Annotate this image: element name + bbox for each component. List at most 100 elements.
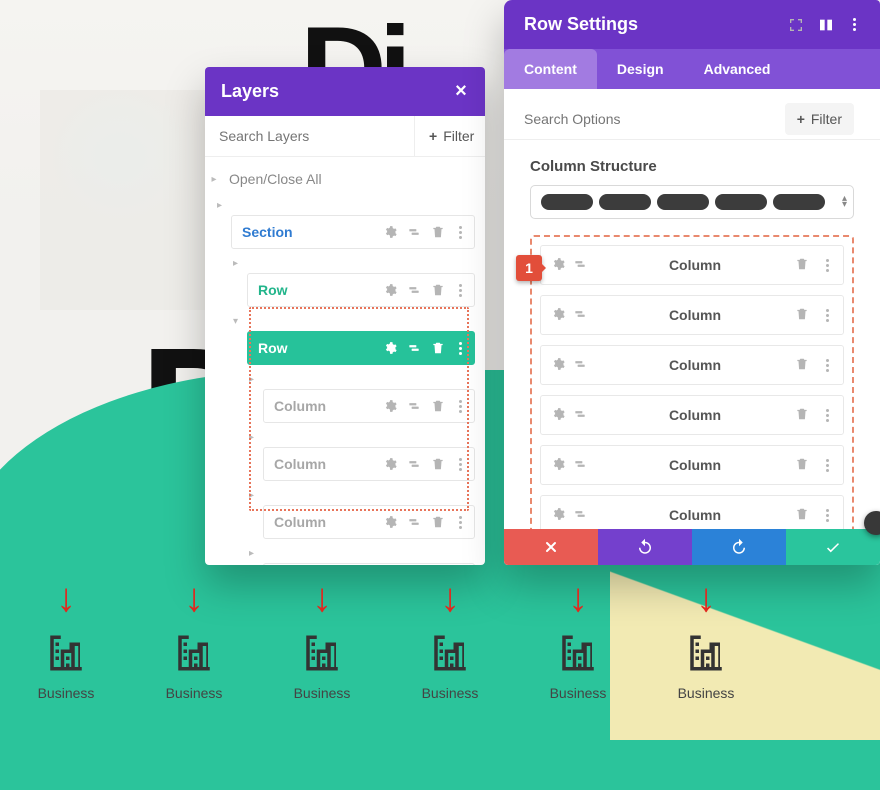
duplicate-icon[interactable] <box>406 340 422 356</box>
tab-content[interactable]: Content <box>504 49 597 89</box>
arrow-down-icon: ↓ <box>312 578 332 618</box>
layer-node[interactable]: ▸Column <box>263 543 475 565</box>
trash-icon[interactable] <box>795 507 813 524</box>
business-label: Business <box>422 685 479 701</box>
gear-icon[interactable] <box>551 457 573 474</box>
trash-icon[interactable] <box>795 307 813 324</box>
layer-label: Row <box>248 282 382 298</box>
duplicate-icon[interactable] <box>573 507 595 524</box>
columns-icon[interactable] <box>818 17 834 33</box>
layer-node[interactable]: ▸Section <box>231 195 475 249</box>
column-item[interactable]: Column <box>540 345 844 385</box>
column-item[interactable]: Column <box>540 245 844 285</box>
row-settings-title: Row Settings <box>524 14 788 35</box>
arrow-down-icon: ↓ <box>56 578 76 618</box>
column-item[interactable]: Column <box>540 295 844 335</box>
more-icon[interactable] <box>454 400 466 413</box>
duplicate-icon[interactable] <box>406 456 422 472</box>
trash-icon[interactable] <box>795 457 813 474</box>
trash-icon[interactable] <box>430 282 446 298</box>
gear-icon[interactable] <box>382 456 398 472</box>
layer-label: Column <box>264 398 382 414</box>
trash-icon[interactable] <box>430 514 446 530</box>
business-label: Business <box>166 685 223 701</box>
duplicate-icon[interactable] <box>573 457 595 474</box>
more-icon[interactable] <box>821 509 833 522</box>
more-icon[interactable] <box>821 359 833 372</box>
more-icon[interactable] <box>454 516 466 529</box>
gear-icon[interactable] <box>551 257 573 274</box>
layers-filter-button[interactable]: +Filter <box>414 116 485 156</box>
layer-node[interactable]: ▾Row <box>247 311 475 365</box>
column-name: Column <box>595 507 795 523</box>
open-close-all[interactable]: ▸Open/Close All <box>215 163 475 195</box>
more-icon[interactable] <box>821 309 833 322</box>
layers-header: Layers × <box>205 67 485 116</box>
expand-icon[interactable] <box>788 17 804 33</box>
duplicate-icon[interactable] <box>406 398 422 414</box>
undo-button[interactable] <box>598 529 692 565</box>
arrow-down-icon: ↓ <box>568 578 588 618</box>
tab-design[interactable]: Design <box>597 49 684 89</box>
duplicate-icon[interactable] <box>573 407 595 424</box>
trash-icon[interactable] <box>430 340 446 356</box>
more-icon[interactable] <box>454 342 466 355</box>
building-icon <box>301 632 343 677</box>
trash-icon[interactable] <box>795 407 813 424</box>
chevron-updown-icon: ▴▾ <box>842 196 847 208</box>
options-filter-button[interactable]: +Filter <box>785 103 854 135</box>
business-label: Business <box>38 685 95 701</box>
trash-icon[interactable] <box>430 398 446 414</box>
more-icon[interactable] <box>454 284 466 297</box>
trash-icon[interactable] <box>795 257 813 274</box>
column-item[interactable]: Column <box>540 445 844 485</box>
more-icon[interactable] <box>454 226 466 239</box>
options-search-input[interactable] <box>520 99 785 139</box>
gear-icon[interactable] <box>551 357 573 374</box>
trash-icon[interactable] <box>430 456 446 472</box>
gear-icon[interactable] <box>382 224 398 240</box>
more-icon[interactable] <box>821 259 833 272</box>
duplicate-icon[interactable] <box>406 224 422 240</box>
column-structure-selector[interactable]: ▴▾ <box>530 185 854 219</box>
more-icon[interactable] <box>821 409 833 422</box>
layer-node[interactable]: ▸Column <box>263 485 475 539</box>
gear-icon[interactable] <box>551 507 573 524</box>
business-item: ↓Business <box>400 578 500 701</box>
column-name: Column <box>595 457 795 473</box>
arrow-down-icon: ↓ <box>184 578 204 618</box>
gear-icon[interactable] <box>382 282 398 298</box>
tab-advanced[interactable]: Advanced <box>684 49 791 89</box>
business-item: ↓Business <box>656 578 756 701</box>
gear-icon[interactable] <box>382 340 398 356</box>
confirm-button[interactable] <box>786 529 880 565</box>
gear-icon[interactable] <box>551 407 573 424</box>
gear-icon[interactable] <box>382 398 398 414</box>
trash-icon[interactable] <box>430 224 446 240</box>
trash-icon[interactable] <box>795 357 813 374</box>
duplicate-icon[interactable] <box>573 307 595 324</box>
close-icon[interactable]: × <box>453 84 469 100</box>
settings-tabs: ContentDesignAdvanced <box>504 49 880 89</box>
duplicate-icon[interactable] <box>573 357 595 374</box>
layers-tree: ▸Open/Close All ▸Section▸Row▾Row▸Column▸… <box>205 157 485 565</box>
more-icon[interactable] <box>848 18 860 31</box>
redo-button[interactable] <box>692 529 786 565</box>
business-label: Business <box>550 685 607 701</box>
duplicate-icon[interactable] <box>406 282 422 298</box>
gear-icon[interactable] <box>551 307 573 324</box>
cancel-button[interactable] <box>504 529 598 565</box>
column-item[interactable]: Column <box>540 395 844 435</box>
layer-node[interactable]: ▸Column <box>263 427 475 481</box>
more-icon[interactable] <box>454 458 466 471</box>
layers-search-input[interactable] <box>205 116 414 156</box>
arrow-down-icon: ↓ <box>696 578 716 618</box>
gear-icon[interactable] <box>382 514 398 530</box>
layer-label: Row <box>248 340 382 356</box>
column-name: Column <box>595 307 795 323</box>
layer-node[interactable]: ▸Row <box>247 253 475 307</box>
duplicate-icon[interactable] <box>573 257 595 274</box>
duplicate-icon[interactable] <box>406 514 422 530</box>
layer-node[interactable]: ▸Column <box>263 369 475 423</box>
more-icon[interactable] <box>821 459 833 472</box>
